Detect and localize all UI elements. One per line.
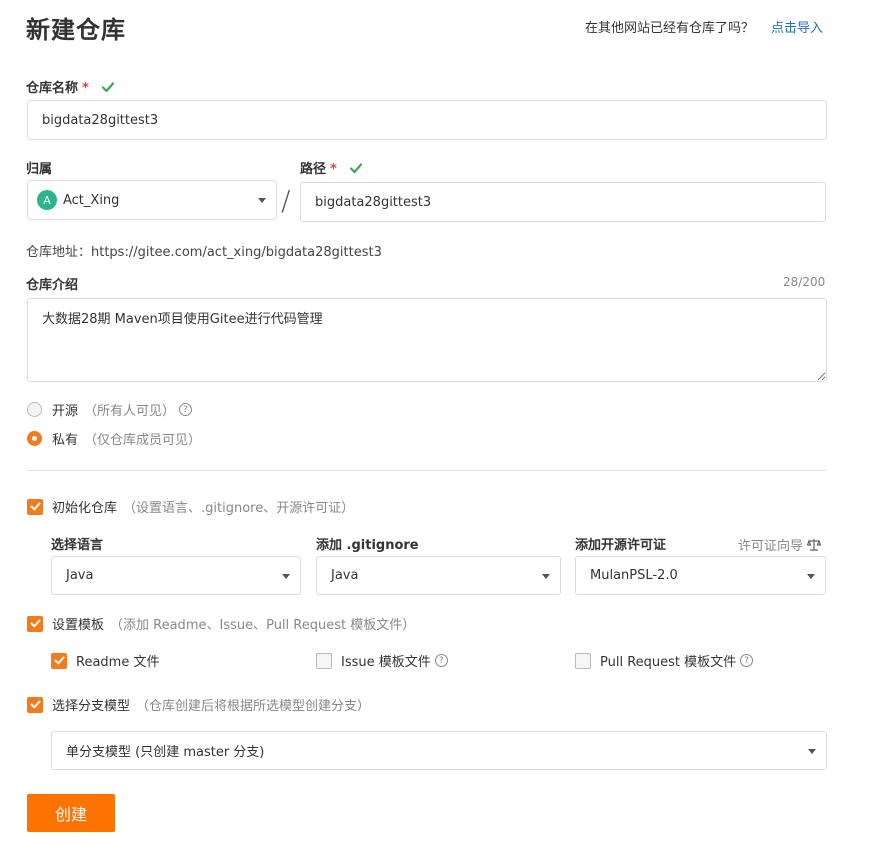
license-guide-link[interactable]: 许可证向导 [738, 535, 822, 554]
chevron-down-icon [542, 573, 550, 579]
branch-model-value: 单分支模型 (只创建 master 分支) [66, 745, 265, 760]
issue-template-option[interactable]: Issue 模板文件 ? [316, 651, 448, 670]
checkmark-icon [30, 619, 40, 628]
repo-address: 仓库地址：https://gitee.com/act_xing/bigdata2… [26, 245, 382, 260]
chevron-down-icon [808, 748, 816, 754]
public-radio[interactable] [27, 402, 42, 417]
repo-name-label: 仓库名称 [26, 81, 79, 96]
path-label-row: 路径 * [300, 158, 363, 177]
public-label: 开源 [52, 404, 79, 419]
branch-model-label: 选择分支模型 [52, 699, 131, 714]
owner-select[interactable]: A Act_Xing [27, 180, 277, 220]
check-icon [349, 163, 363, 174]
visibility-private-option[interactable]: 私有 （仅仓库成员可见） [27, 429, 201, 448]
chevron-down-icon [258, 198, 266, 203]
readme-option[interactable]: Readme 文件 [51, 651, 159, 670]
gitignore-value: Java [331, 568, 359, 583]
template-checkbox[interactable] [27, 615, 43, 632]
create-button[interactable]: 创建 [27, 794, 115, 832]
pr-template-option[interactable]: Pull Request 模板文件 ? [575, 651, 754, 670]
license-select[interactable]: MulanPSL-2.0 [575, 556, 826, 595]
owner-label: 归属 [26, 162, 53, 177]
scale-icon [807, 539, 822, 551]
template-option[interactable]: 设置模板 （添加 Readme、Issue、Pull Request 模板文件） [27, 614, 415, 633]
license-guide-label: 许可证向导 [738, 539, 804, 554]
issue-template-label: Issue 模板文件 [341, 655, 431, 670]
path-separator: / [281, 184, 291, 217]
help-icon[interactable]: ? [434, 654, 448, 667]
description-counter: 28/200 [783, 275, 826, 289]
readme-checkbox[interactable] [51, 652, 67, 669]
required-mark: * [82, 81, 89, 96]
readme-label: Readme 文件 [76, 655, 160, 670]
template-label: 设置模板 [52, 618, 105, 633]
issue-template-checkbox[interactable] [316, 652, 332, 669]
branch-model-select[interactable]: 单分支模型 (只创建 master 分支) [51, 731, 827, 770]
language-select[interactable]: Java [51, 556, 301, 595]
gitignore-select[interactable]: Java [316, 556, 561, 595]
language-label: 选择语言 [51, 538, 104, 553]
page-title: 新建仓库 [26, 16, 126, 44]
import-hint: 在其他网站已经有仓库了吗？ [585, 21, 755, 36]
branch-model-option[interactable]: 选择分支模型 （仓库创建后将根据所选模型创建分支） [27, 695, 370, 714]
path-label: 路径 [300, 162, 327, 177]
repo-name-input[interactable]: bigdata28gittest3 [27, 100, 827, 140]
template-hint: （添加 Readme、Issue、Pull Request 模板文件） [110, 618, 416, 633]
init-repo-hint: （设置语言、.gitignore、开源许可证） [123, 501, 355, 516]
language-value: Java [66, 568, 94, 583]
branch-model-hint: （仓库创建后将根据所选模型创建分支） [136, 699, 371, 714]
private-label: 私有 [52, 433, 79, 448]
private-hint: （仅仓库成员可见） [84, 433, 202, 448]
private-radio[interactable] [27, 431, 42, 446]
import-link[interactable]: 点击导入 [771, 17, 823, 36]
chevron-down-icon [282, 573, 290, 579]
pr-template-checkbox[interactable] [575, 652, 591, 669]
help-icon[interactable]: ? [179, 403, 193, 416]
init-repo-checkbox[interactable] [27, 498, 43, 515]
license-label: 添加开源许可证 [575, 538, 667, 553]
repo-name-label-row: 仓库名称 * [26, 77, 115, 96]
avatar: A [37, 190, 57, 210]
init-repo-label: 初始化仓库 [52, 501, 118, 516]
checkmark-icon [30, 700, 40, 709]
branch-model-checkbox[interactable] [27, 696, 43, 713]
required-mark: * [330, 162, 337, 177]
checkmark-icon [30, 502, 40, 511]
description-label: 仓库介绍 [26, 278, 79, 293]
chevron-down-icon [807, 573, 815, 579]
pr-template-label: Pull Request 模板文件 [600, 655, 737, 670]
help-icon[interactable]: ? [740, 654, 754, 667]
visibility-public-option[interactable]: 开源 （所有人可见） ? [27, 400, 193, 419]
public-hint: （所有人可见） [84, 404, 176, 419]
check-icon [101, 82, 115, 93]
owner-value: Act_Xing [63, 192, 120, 208]
path-input[interactable]: bigdata28gittest3 [300, 182, 826, 222]
checkmark-icon [54, 656, 64, 665]
license-value: MulanPSL-2.0 [590, 568, 678, 583]
divider [27, 470, 827, 471]
description-textarea[interactable]: 大数据28期 Maven项目使用Gitee进行代码管理 [27, 298, 827, 382]
init-repo-option[interactable]: 初始化仓库 （设置语言、.gitignore、开源许可证） [27, 497, 354, 516]
gitignore-label: 添加 .gitignore [316, 538, 419, 553]
